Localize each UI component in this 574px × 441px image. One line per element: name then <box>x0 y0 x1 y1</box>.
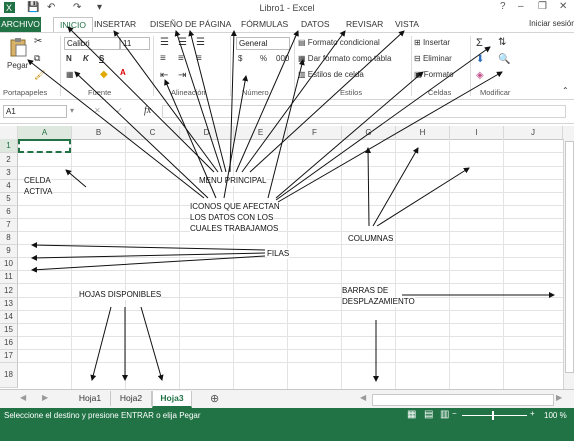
status-bar: Seleccione el destino y presione ENTRAR … <box>0 408 574 441</box>
page-break-icon[interactable]: ▥ <box>440 409 449 420</box>
sheet-tab-hoja2[interactable]: Hoja2 <box>111 391 152 406</box>
zoom-in-button[interactable]: + <box>530 409 535 418</box>
scroll-right-icon[interactable]: ▶ <box>556 393 562 402</box>
horizontal-scrollbar[interactable] <box>372 394 554 406</box>
sheet-tabs-bar: ◀ ▶ Hoja1 Hoja2 Hoja3 ⊕ ◀ ▶ <box>0 389 574 409</box>
sheet-tab-hoja1[interactable]: Hoja1 <box>70 391 111 406</box>
zoom-level[interactable]: 100 % <box>544 411 567 420</box>
zoom-out-button[interactable]: − <box>452 409 457 418</box>
normal-view-icon[interactable]: ▦ <box>407 409 416 420</box>
scroll-left-icon[interactable]: ◀ <box>360 393 366 402</box>
status-message: Seleccione el destino y presione ENTRAR … <box>4 411 201 420</box>
add-sheet-button[interactable]: ⊕ <box>210 392 219 405</box>
sheet-tab-hoja3[interactable]: Hoja3 <box>152 391 192 408</box>
prev-sheet-icon[interactable]: ◀ <box>20 393 26 402</box>
annotation-arrows <box>27 26 555 382</box>
next-sheet-icon[interactable]: ▶ <box>42 393 48 402</box>
zoom-slider-thumb[interactable] <box>492 411 494 420</box>
page-layout-icon[interactable]: ▤ <box>424 409 433 420</box>
zoom-slider[interactable] <box>462 415 527 416</box>
